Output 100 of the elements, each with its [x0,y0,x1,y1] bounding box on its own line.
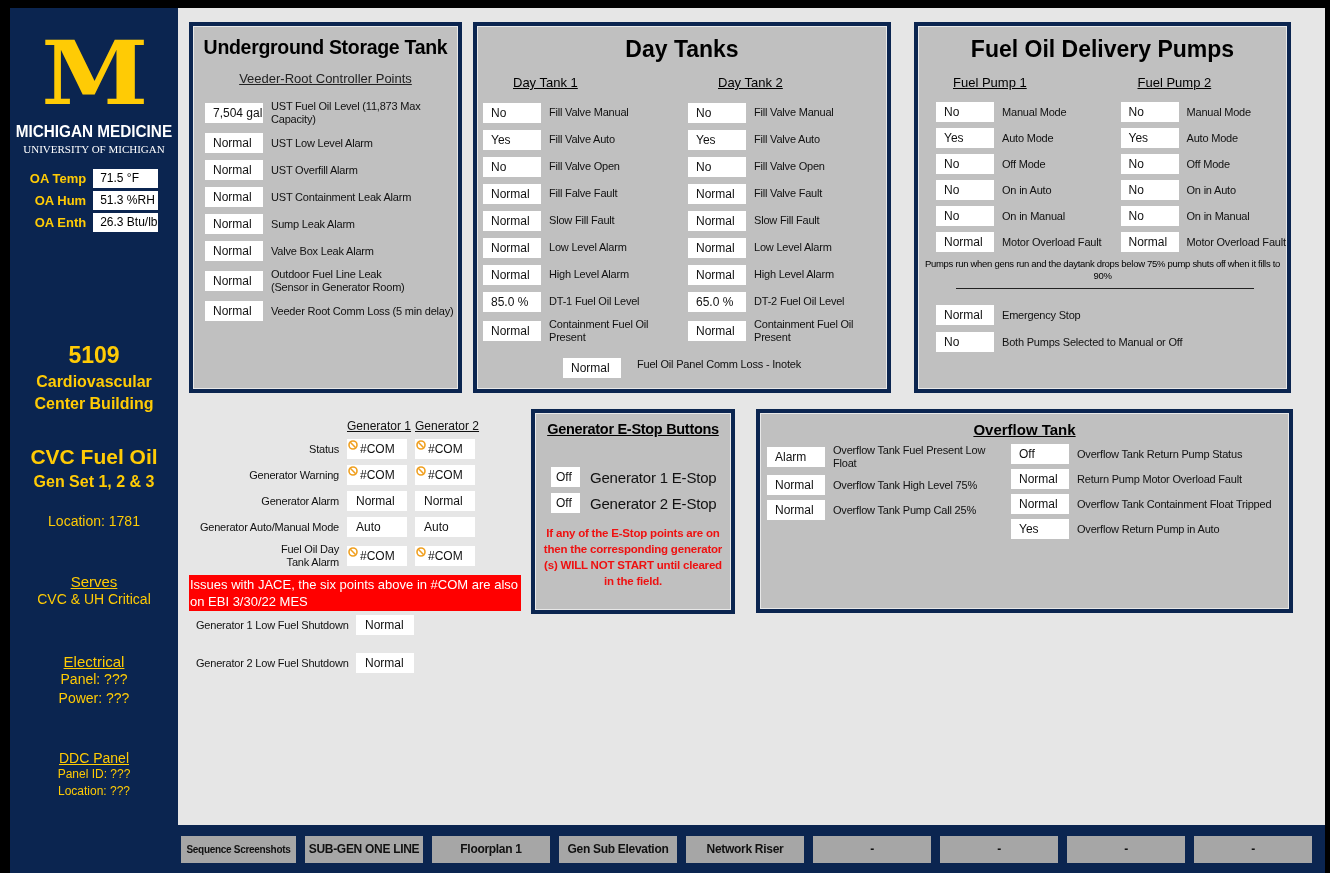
nav-button[interactable]: - [940,835,1058,863]
nav-button[interactable]: Floorplan 1 [432,835,550,863]
point-label: Fill Valve Auto [549,133,615,146]
brand-name: MICHIGAN MEDICINE [15,122,173,142]
system-title: CVC Fuel Oil [30,445,158,469]
column-heading: Fuel Pump 1 [953,75,1028,90]
value-field: Normal [483,237,541,258]
reading-value: 51.3 %RH [93,191,159,210]
point-label: Return Pump Motor Overload Fault [1077,472,1242,486]
reading-value: 71.5 °F [93,169,159,188]
value-field: Off [1011,444,1069,464]
value-field: Off [551,493,580,513]
nav-button[interactable]: - [1067,835,1185,863]
value-field: Normal [205,214,263,234]
value-field: Normal [767,475,825,495]
value-field: Normal [1011,494,1069,514]
value-field: Yes [1120,128,1179,148]
value-field: #COM [415,465,475,485]
prohibited-icon [348,547,358,557]
system-subtitle: Gen Set 1, 2 & 3 [33,473,155,491]
value-field: #COM [415,439,475,459]
value-field: 65.0 % [688,291,746,312]
info-text: Power: ??? [58,689,130,708]
point-label: High Level Alarm [754,268,834,281]
prohibited-icon [348,466,358,476]
value-field: Normal [347,491,407,511]
info-text: Panel: ??? [60,670,128,689]
value-field: Normal [688,237,746,258]
point-label: Fill Valve Manual [754,106,834,119]
value-field: Yes [688,129,746,150]
point-label: Outdoor Fuel Line Leak (Sensor in Generator Room) [271,268,405,294]
point-label: Overflow Tank Containment Float Tripped [1077,497,1272,511]
nav-button[interactable]: Sequence Screenshots [181,835,296,863]
point-label: Off Mode [1002,157,1046,171]
point-label: Overflow Tank Pump Call 25% [833,503,976,517]
value-field: #COM [347,465,407,485]
value-field: No [936,154,994,174]
reading-label: OA Enth [33,215,87,230]
value-field: #COM [415,546,475,566]
point-label: DT-1 Fuel Oil Level [549,295,640,308]
value-field: Normal [688,210,746,231]
value-field: No [1120,180,1179,200]
nav-button[interactable]: Network Riser [686,835,804,863]
value-field: Normal [688,183,746,204]
nav-button[interactable]: Gen Sub Elevation [559,835,677,863]
panel-title: Day Tanks [624,36,740,63]
point-label: Motor Overload Fault [1186,235,1286,249]
info-heading: DDC Panel [59,750,129,766]
point-label: Overflow Return Pump in Auto [1077,522,1220,536]
point-label: Sump Leak Alarm [271,217,355,231]
value-field: Auto [415,517,475,537]
prohibited-icon [416,547,426,557]
point-label: Overflow Tank Fuel Present Low Float [833,444,987,470]
nav-button[interactable]: SUB-GEN ONE LINE [305,835,423,863]
point-label: On in Manual [1002,209,1066,223]
point-label: Slow Fill Fault [754,214,820,227]
value-field: Normal [936,305,994,325]
value-field: Normal [688,321,746,341]
info-text: CVC & UH Critical [37,590,151,609]
value-field: Normal [205,133,263,153]
brand-subtitle: UNIVERSITY OF MICHIGAN [23,143,165,155]
point-label: Overflow Tank High Level 75% [833,478,977,492]
value-field: Normal [356,653,414,673]
value-field: #COM [347,439,407,459]
prohibited-icon [416,466,426,476]
value-field: Normal [415,491,475,511]
point-label: UST Containment Leak Alarm [271,190,412,204]
panel-title: Generator E-Stop Buttons [546,421,720,437]
nav-button[interactable]: - [1194,835,1312,863]
point-label: Containment Fuel Oil Present [754,318,855,344]
warning-text: If any of the E-Stop points are on then the corresponding generator (s) WILL NOT START until cleared in the field. [542,526,724,589]
panel-title: Underground Storage Tank [202,36,449,59]
value-field: No [1120,154,1179,174]
point-label: Off Mode [1186,157,1230,171]
logo: M [41,30,147,116]
value-field: No [936,332,994,352]
value-field: No [483,102,541,123]
value-field: No [483,156,541,177]
section-heading: Veeder-Root Controller Points [238,71,413,86]
point-label: Manual Mode [1002,105,1067,119]
nav-button[interactable]: - [813,835,931,863]
point-label: Both Pumps Selected to Manual or Off [1002,335,1183,349]
value-field: Yes [1011,519,1069,539]
location-text: Location: 1781 [48,513,140,529]
prohibited-icon [416,440,426,450]
point-label: Fill Valve Open [549,160,620,173]
point-label: Fuel Oil Panel Comm Loss - Inotek [637,358,801,372]
info-heading: Serves [70,573,118,590]
value-field: No [1120,206,1179,226]
info-text: Location: ??? [57,783,131,800]
prohibited-icon [348,440,358,450]
value-field: Off [551,467,580,487]
point-label: On in Manual [1186,209,1250,223]
column-heading: Day Tank 2 [718,75,784,90]
point-label: UST Fuel Oil Level (11,873 Max Capacity) [271,100,422,126]
point-label: Fill Falve Fault [549,187,618,200]
value-field: No [936,206,994,226]
value-field: Normal [205,301,263,321]
point-label: Generator 2 E-Stop [590,496,717,510]
point-label: Fill Valve Fault [754,187,823,200]
